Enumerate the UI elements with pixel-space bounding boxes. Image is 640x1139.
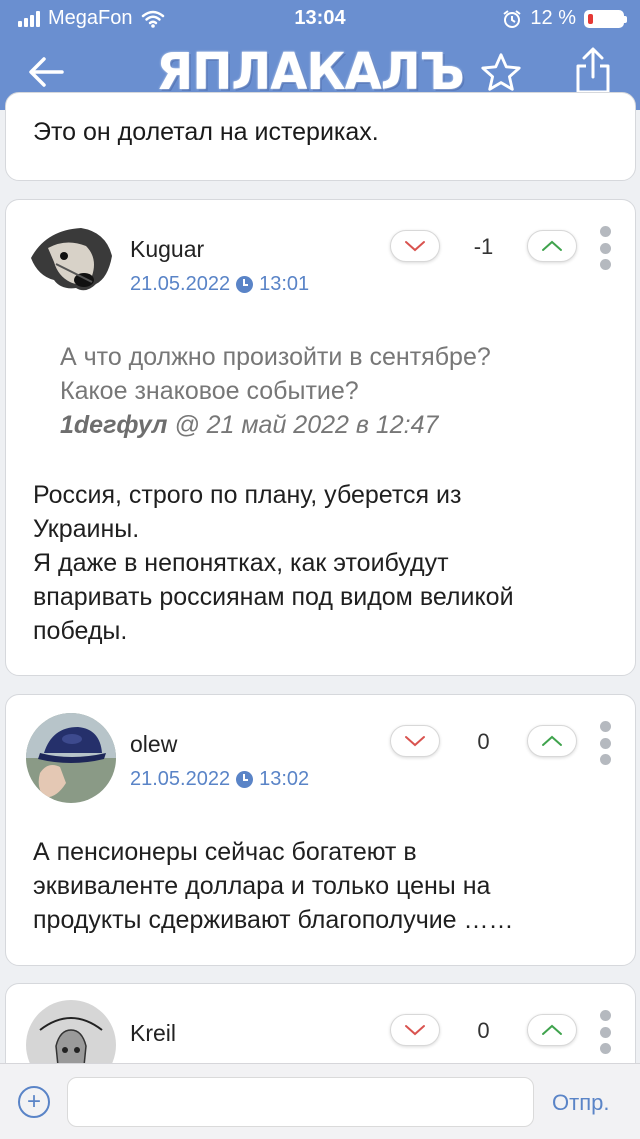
text-line: А пенсионеры сейчас богатеют в bbox=[33, 838, 417, 866]
text-line: эквиваленте доллара и только цены на bbox=[33, 872, 491, 900]
comment-time: 13:02 bbox=[259, 768, 310, 790]
quote-meta: @ 21 май 2022 в 12:47 bbox=[174, 411, 439, 439]
text-line: Россия, строго по плану, уберется из bbox=[33, 481, 462, 509]
comment-meta: 21.05.2022 13:02 bbox=[130, 768, 309, 791]
vote-score: 0 bbox=[477, 1018, 490, 1043]
author-name[interactable]: olew bbox=[130, 731, 177, 758]
clock-icon bbox=[236, 771, 254, 788]
text-line: продукты сдерживают благополучие …… bbox=[33, 906, 514, 934]
text-line: Украины. bbox=[33, 515, 140, 543]
author-name[interactable]: Kreil bbox=[130, 1020, 176, 1047]
battery-label: 12 % bbox=[530, 7, 576, 29]
comment-card: Kuguar 21.05.2022 13:01 -1 А что должно … bbox=[5, 199, 636, 676]
avatar[interactable] bbox=[26, 218, 116, 308]
chevron-down-icon bbox=[405, 1025, 425, 1036]
status-bar: MegaFon 13:04 12 % bbox=[0, 0, 640, 36]
vote-down-button[interactable] bbox=[390, 230, 440, 262]
star-icon[interactable] bbox=[478, 50, 524, 96]
chevron-up-icon bbox=[542, 240, 562, 251]
chevron-down-icon bbox=[405, 736, 425, 747]
comment-text: Это он долетал на истериках. bbox=[33, 118, 379, 146]
comment-input-bar: + Отпр. bbox=[0, 1063, 640, 1139]
text-line: Я даже в непонятках, как этоибудут bbox=[33, 549, 449, 577]
quote-author[interactable]: 1dегфул bbox=[60, 411, 167, 439]
vote-down-button[interactable] bbox=[390, 1014, 440, 1046]
chevron-up-icon bbox=[542, 735, 562, 746]
add-attachment-button[interactable]: + bbox=[18, 1086, 50, 1118]
comment-date: 21.05.2022 bbox=[130, 768, 231, 790]
text-line: впаривать россиянам под видом великой bbox=[33, 583, 514, 611]
more-options-icon[interactable] bbox=[598, 721, 612, 765]
quote-line: А что должно произойти в сентябре? bbox=[60, 343, 491, 371]
vote-score: -1 bbox=[473, 234, 494, 259]
comment-text: Россия, строго по плану, уберется из Укр… bbox=[33, 478, 613, 648]
alarm-icon bbox=[503, 9, 522, 28]
vote-up-button[interactable] bbox=[527, 725, 577, 757]
comment-text: А пенсионеры сейчас богатеют в эквивален… bbox=[33, 835, 613, 937]
author-name[interactable]: Kuguar bbox=[130, 236, 204, 263]
more-options-icon[interactable] bbox=[598, 1010, 612, 1054]
vote-up-button[interactable] bbox=[527, 1014, 577, 1046]
quote-source: 1dегфул @ 21 май 2022 в 12:47 bbox=[60, 408, 491, 442]
quote-line: Какое знаковое событие? bbox=[60, 377, 359, 405]
comment-date: 21.05.2022 bbox=[130, 273, 231, 295]
share-icon[interactable] bbox=[570, 46, 616, 96]
clock-icon bbox=[236, 276, 254, 293]
plus-icon: + bbox=[26, 1088, 41, 1115]
quote-block: А что должно произойти в сентябре? Какое… bbox=[60, 340, 491, 442]
status-right: 12 % bbox=[502, 7, 627, 30]
vote-down-button[interactable] bbox=[390, 725, 440, 757]
vote-score: 0 bbox=[477, 729, 490, 754]
comment-card: olew 21.05.2022 13:02 0 А пенсионеры сей… bbox=[5, 694, 636, 966]
avatar[interactable] bbox=[26, 713, 116, 803]
send-button[interactable]: Отпр. bbox=[552, 1090, 609, 1116]
comment-card: Это он долетал на истериках. bbox=[5, 92, 636, 181]
chevron-up-icon bbox=[542, 1024, 562, 1035]
chevron-down-icon bbox=[405, 241, 425, 252]
comment-meta: 21.05.2022 13:01 bbox=[130, 273, 309, 296]
text-line: победы. bbox=[33, 617, 128, 645]
battery-icon bbox=[584, 9, 627, 28]
more-options-icon[interactable] bbox=[598, 226, 612, 270]
comment-input[interactable] bbox=[67, 1077, 534, 1127]
back-arrow-icon[interactable] bbox=[22, 48, 70, 96]
vote-up-button[interactable] bbox=[527, 230, 577, 262]
comment-time: 13:01 bbox=[259, 273, 310, 295]
